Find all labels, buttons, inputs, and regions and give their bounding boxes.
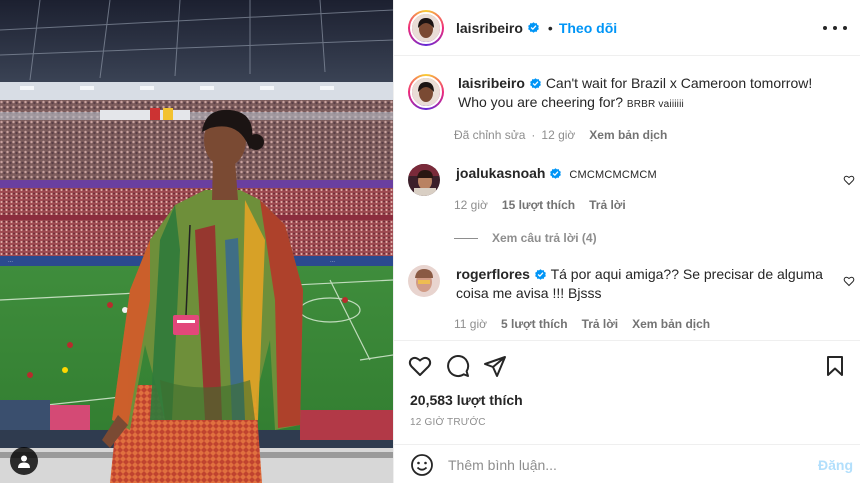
author-avatar-image [412,13,440,42]
commenter-avatar-joalukasnoah[interactable] [408,164,440,196]
post-side-panel: laisribeiro • Theo dõi laisribeiro Can't… [393,0,860,483]
comment-input[interactable] [448,456,788,473]
comment-body: joalukasnoah CMCMCMCMCM [456,164,836,196]
header-dot-separator: • [547,19,553,36]
caption-time[interactable]: 12 giờ [541,128,575,142]
svg-text:⋯: ⋯ [330,259,335,265]
comment-translate-link[interactable]: Xem bản dịch [632,317,710,331]
follow-button[interactable]: Theo dõi [559,20,617,36]
post-actions: 20,583 lượt thích 12 GIỜ TRƯỚC Đăng [394,340,860,483]
share-icon[interactable] [483,354,507,378]
comment-time[interactable]: 11 giờ [454,317,487,331]
verified-badge-icon [528,22,539,33]
post-header: laisribeiro • Theo dõi [394,0,860,56]
comment-meta: 12 giờ 15 lượt thích Trả lời [454,198,626,212]
verified-badge-icon [530,78,541,89]
more-options-icon[interactable] [823,18,847,38]
caption-dot: · [531,128,536,142]
comment-row: joalukasnoah CMCMCMCMCM [408,164,848,196]
comment-row: rogerflores Tá por aqui amiga?? Se preci… [408,265,848,303]
heart-icon[interactable] [408,354,432,378]
view-replies-button[interactable]: Xem câu trả lời (4) [454,231,597,245]
comment-icon[interactable] [446,354,470,378]
post-photo[interactable]: ⋯ ⋯ [0,0,393,483]
commenter-avatar-rogerflores[interactable] [408,265,440,297]
caption-row: laisribeiro Can't wait for Brazil x Came… [408,74,848,114]
post-timestamp: 12 GIỜ TRƯỚC [410,417,486,428]
instagram-post: ⋯ ⋯ laisribeiro • Theo dõi laisribeiro C… [0,0,860,483]
author-username[interactable]: laisribeiro [456,20,523,36]
post-comment-button[interactable]: Đăng [818,457,853,473]
comments-section: laisribeiro Can't wait for Brazil x Came… [394,57,860,340]
verified-badge-icon [535,269,546,280]
caption-avatar-image [412,78,440,106]
verified-badge-icon [550,168,562,179]
comment-composer: Đăng [394,444,860,483]
comment-username[interactable]: rogerflores [456,266,530,282]
comment-likes[interactable]: 5 lượt thích [501,317,568,331]
comment-reply-button[interactable]: Trả lời [589,198,626,212]
commenter-avatar-image [408,164,440,196]
replies-divider [454,237,478,239]
caption-body: laisribeiro Can't wait for Brazil x Came… [458,74,838,114]
emoji-icon[interactable] [410,453,434,477]
comment-text: CMCMCMCMCM [569,169,657,181]
svg-text:⋯: ⋯ [8,259,13,265]
caption-meta: Đã chỉnh sửa · 12 giờ Xem bản dịch [454,128,667,142]
caption-translate-link[interactable]: Xem bản dịch [589,128,667,142]
view-replies-label: Xem câu trả lời (4) [492,231,597,245]
commenter-avatar-image [408,265,440,297]
comment-time[interactable]: 12 giờ [454,198,488,212]
comment-body: rogerflores Tá por aqui amiga?? Se preci… [456,265,836,303]
comment-like-heart-icon[interactable] [843,174,855,186]
caption-edited: Đã chỉnh sửa [454,128,526,142]
comment-like-heart-icon[interactable] [843,275,855,287]
bookmark-icon[interactable] [823,354,847,378]
stadium-photo: ⋯ ⋯ [0,0,393,483]
comment-username[interactable]: joalukasnoah [456,165,545,181]
caption-avatar[interactable] [408,74,444,110]
comment-reply-button[interactable]: Trả lời [582,317,619,331]
author-avatar[interactable] [408,9,444,46]
comment-meta: 11 giờ 5 lượt thích Trả lời Xem bản dịch [454,317,710,331]
tagged-user-icon[interactable] [10,447,38,475]
caption-username[interactable]: laisribeiro [458,75,525,91]
comment-likes[interactable]: 15 lượt thích [502,198,575,212]
like-count[interactable]: 20,583 lượt thích [410,392,523,408]
caption-small-text: BRBR vaiiiiii [626,99,684,110]
